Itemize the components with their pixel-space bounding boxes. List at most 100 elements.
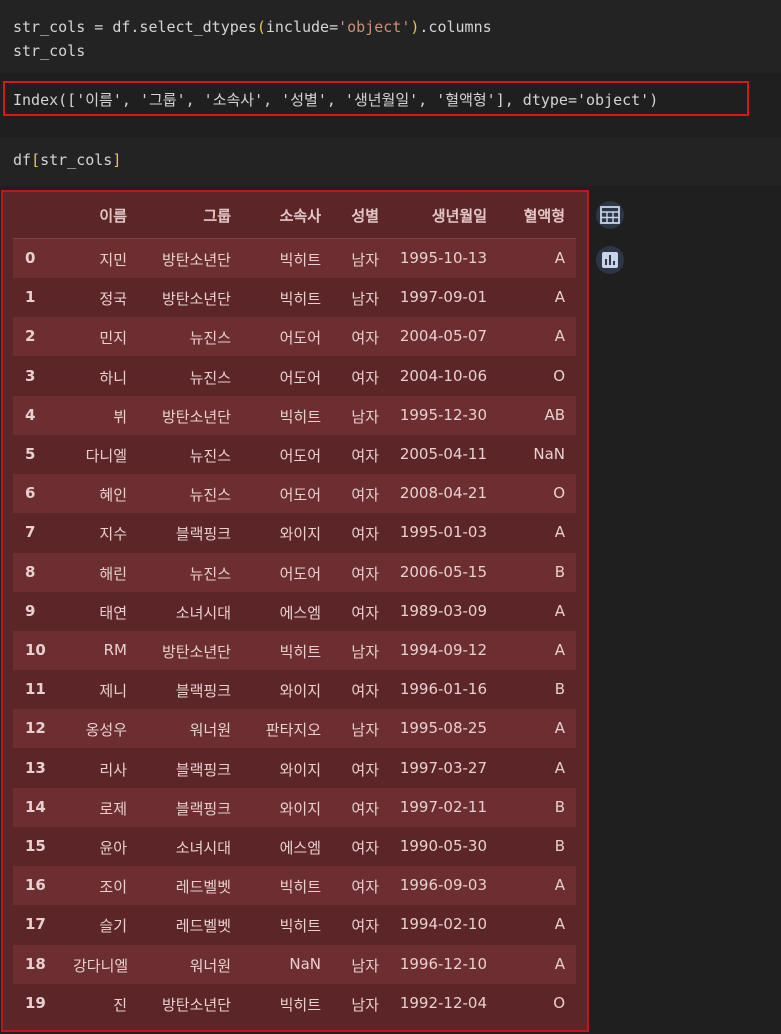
cell-name: 로제 bbox=[99, 799, 127, 818]
cell-group: 방탄소년단 bbox=[161, 643, 231, 661]
cell-agency: 에스엠 bbox=[279, 603, 321, 622]
row-index: 2 bbox=[25, 327, 36, 346]
header-agency: 소속사 bbox=[279, 207, 321, 225]
cell-blood: NaN bbox=[533, 445, 565, 463]
row-index: 0 bbox=[25, 249, 36, 267]
cell-group: 블랙핑크 bbox=[175, 525, 231, 544]
table-row: 2 민지 뉴진스 어도어 여자 2004-05-07 A bbox=[13, 317, 576, 357]
code-cell-select-dtypes[interactable]: str_cols = df.select_dtypes(include='obj… bbox=[0, 0, 781, 73]
cell-blood: A bbox=[554, 915, 565, 934]
row-index: 12 bbox=[25, 719, 46, 738]
row-index: 15 bbox=[25, 837, 46, 855]
cell-gender: 여자 bbox=[351, 603, 379, 622]
cell-name: 윤아 bbox=[99, 839, 127, 857]
cell-group: 워너원 bbox=[189, 721, 231, 740]
code-paren: ( bbox=[256, 18, 266, 36]
cell-gender: 남자 bbox=[351, 643, 379, 661]
index-output: Index(['이름', '그룹', '소속사', '성별', '생년월일', … bbox=[3, 81, 749, 116]
cell-agency: NaN bbox=[289, 954, 321, 973]
table-row: 10 RM 방탄소년단 빅히트 남자 1994-09-12 A bbox=[13, 631, 576, 670]
cell-group: 방탄소년단 bbox=[161, 407, 231, 426]
cell-birth: 2004-10-06 bbox=[399, 366, 487, 385]
cell-name: 태연 bbox=[99, 603, 127, 622]
cell-blood: A bbox=[554, 719, 565, 738]
cell-group: 블랙핑크 bbox=[175, 682, 231, 701]
cell-name: 민지 bbox=[99, 329, 127, 348]
table-row: 5 다니엘 뉴진스 어도어 여자 2005-04-11 NaN bbox=[13, 435, 576, 474]
row-index: 13 bbox=[25, 758, 46, 777]
cell-birth: 1997-03-27 bbox=[399, 758, 487, 777]
cell-blood: B bbox=[554, 680, 565, 699]
cell-group: 방탄소년단 bbox=[161, 290, 231, 309]
cell-birth: 2006-05-15 bbox=[399, 562, 487, 581]
cell-group: 뉴진스 bbox=[189, 564, 231, 583]
cell-birth: 1994-09-12 bbox=[399, 641, 487, 659]
cell-gender: 남자 bbox=[351, 721, 379, 740]
row-index: 19 bbox=[25, 993, 46, 1012]
cell-blood: A bbox=[554, 523, 565, 542]
cell-agency: 어도어 bbox=[279, 564, 321, 583]
cell-name: 제니 bbox=[99, 682, 127, 701]
cell-gender: 여자 bbox=[351, 839, 379, 857]
code-line-df: df[str_cols] bbox=[13, 151, 121, 169]
row-index: 16 bbox=[25, 876, 46, 895]
cell-birth: 1995-08-25 bbox=[399, 719, 487, 738]
cell-birth: 1990-05-30 bbox=[399, 837, 487, 855]
table-row: 6 혜인 뉴진스 어도어 여자 2008-04-21 O bbox=[13, 474, 576, 514]
bar-chart-icon[interactable] bbox=[596, 246, 624, 274]
cell-gender: 여자 bbox=[351, 329, 379, 348]
row-index: 5 bbox=[25, 445, 36, 463]
cell-blood: O bbox=[553, 993, 565, 1012]
cell-group: 워너원 bbox=[189, 956, 231, 975]
cell-birth: 1995-01-03 bbox=[399, 523, 487, 542]
cell-agency: 빅히트 bbox=[279, 290, 321, 309]
cell-agency: 어도어 bbox=[279, 329, 321, 348]
cell-agency: 빅히트 bbox=[279, 917, 321, 936]
cell-birth: 2005-04-11 bbox=[399, 445, 487, 463]
cell-agency: 빅히트 bbox=[279, 643, 321, 661]
cell-agency: 빅히트 bbox=[279, 878, 321, 897]
cell-group: 소녀시대 bbox=[175, 839, 231, 857]
table-row: 1 정국 방탄소년단 빅히트 남자 1997-09-01 A bbox=[13, 278, 576, 318]
row-index: 1 bbox=[25, 288, 36, 307]
cell-gender: 남자 bbox=[351, 956, 379, 975]
cell-name: 리사 bbox=[99, 760, 127, 779]
dataframe-output: 이름 그룹 소속사 성별 생년월일 혈액형 0 지민 방탄소년단 빅히트 남자 1995-… bbox=[1, 190, 589, 1032]
cell-birth: 1995-10-13 bbox=[399, 249, 487, 267]
cell-agency: 어도어 bbox=[279, 447, 321, 465]
cell-birth: 1992-12-04 bbox=[399, 993, 487, 1012]
cell-gender: 남자 bbox=[351, 995, 379, 1014]
cell-birth: 1996-01-16 bbox=[399, 680, 487, 699]
cell-name: 정국 bbox=[99, 290, 127, 309]
cell-gender: 남자 bbox=[351, 290, 379, 309]
header-blood: 혈액형 bbox=[523, 207, 565, 225]
row-index: 17 bbox=[25, 915, 46, 934]
row-index: 3 bbox=[25, 366, 36, 385]
cell-gender: 여자 bbox=[351, 917, 379, 936]
cell-name: 강다니엘 bbox=[73, 956, 129, 975]
code-text: str_cols bbox=[40, 151, 113, 169]
cell-blood: A bbox=[554, 249, 565, 267]
cell-name: 해린 bbox=[99, 564, 127, 583]
code-text: .columns bbox=[419, 18, 492, 36]
row-index: 7 bbox=[25, 523, 36, 542]
table-row: 9 태연 소녀시대 에스엠 여자 1989-03-09 A bbox=[13, 591, 576, 631]
cell-birth: 1997-09-01 bbox=[399, 288, 487, 307]
cell-blood: A bbox=[554, 327, 565, 346]
table-row: 12 옹성우 워너원 판타지오 남자 1995-08-25 A bbox=[13, 709, 576, 749]
cell-gender: 여자 bbox=[351, 878, 379, 897]
index-output-text: Index(['이름', '그룹', '소속사', '성별', '생년월일', … bbox=[13, 91, 659, 109]
cell-name: 슬기 bbox=[99, 917, 127, 936]
table-row: 16 조이 레드벨벳 빅히트 여자 1996-09-03 A bbox=[13, 866, 576, 906]
cell-blood: B bbox=[554, 562, 565, 581]
cell-group: 레드벨벳 bbox=[175, 917, 231, 936]
cell-birth: 1989-03-09 bbox=[399, 601, 487, 620]
cell-blood: A bbox=[554, 288, 565, 307]
table-icon[interactable] bbox=[596, 201, 624, 229]
code-string: 'object' bbox=[338, 18, 411, 36]
code-cell-df-str-cols[interactable]: df[str_cols] bbox=[0, 138, 781, 186]
code-line-2: str_cols bbox=[13, 42, 86, 60]
cell-agency: 와이지 bbox=[279, 525, 321, 544]
row-index: 8 bbox=[25, 562, 36, 581]
table-row: 13 리사 블랙핑크 와이지 여자 1997-03-27 A bbox=[13, 748, 576, 788]
